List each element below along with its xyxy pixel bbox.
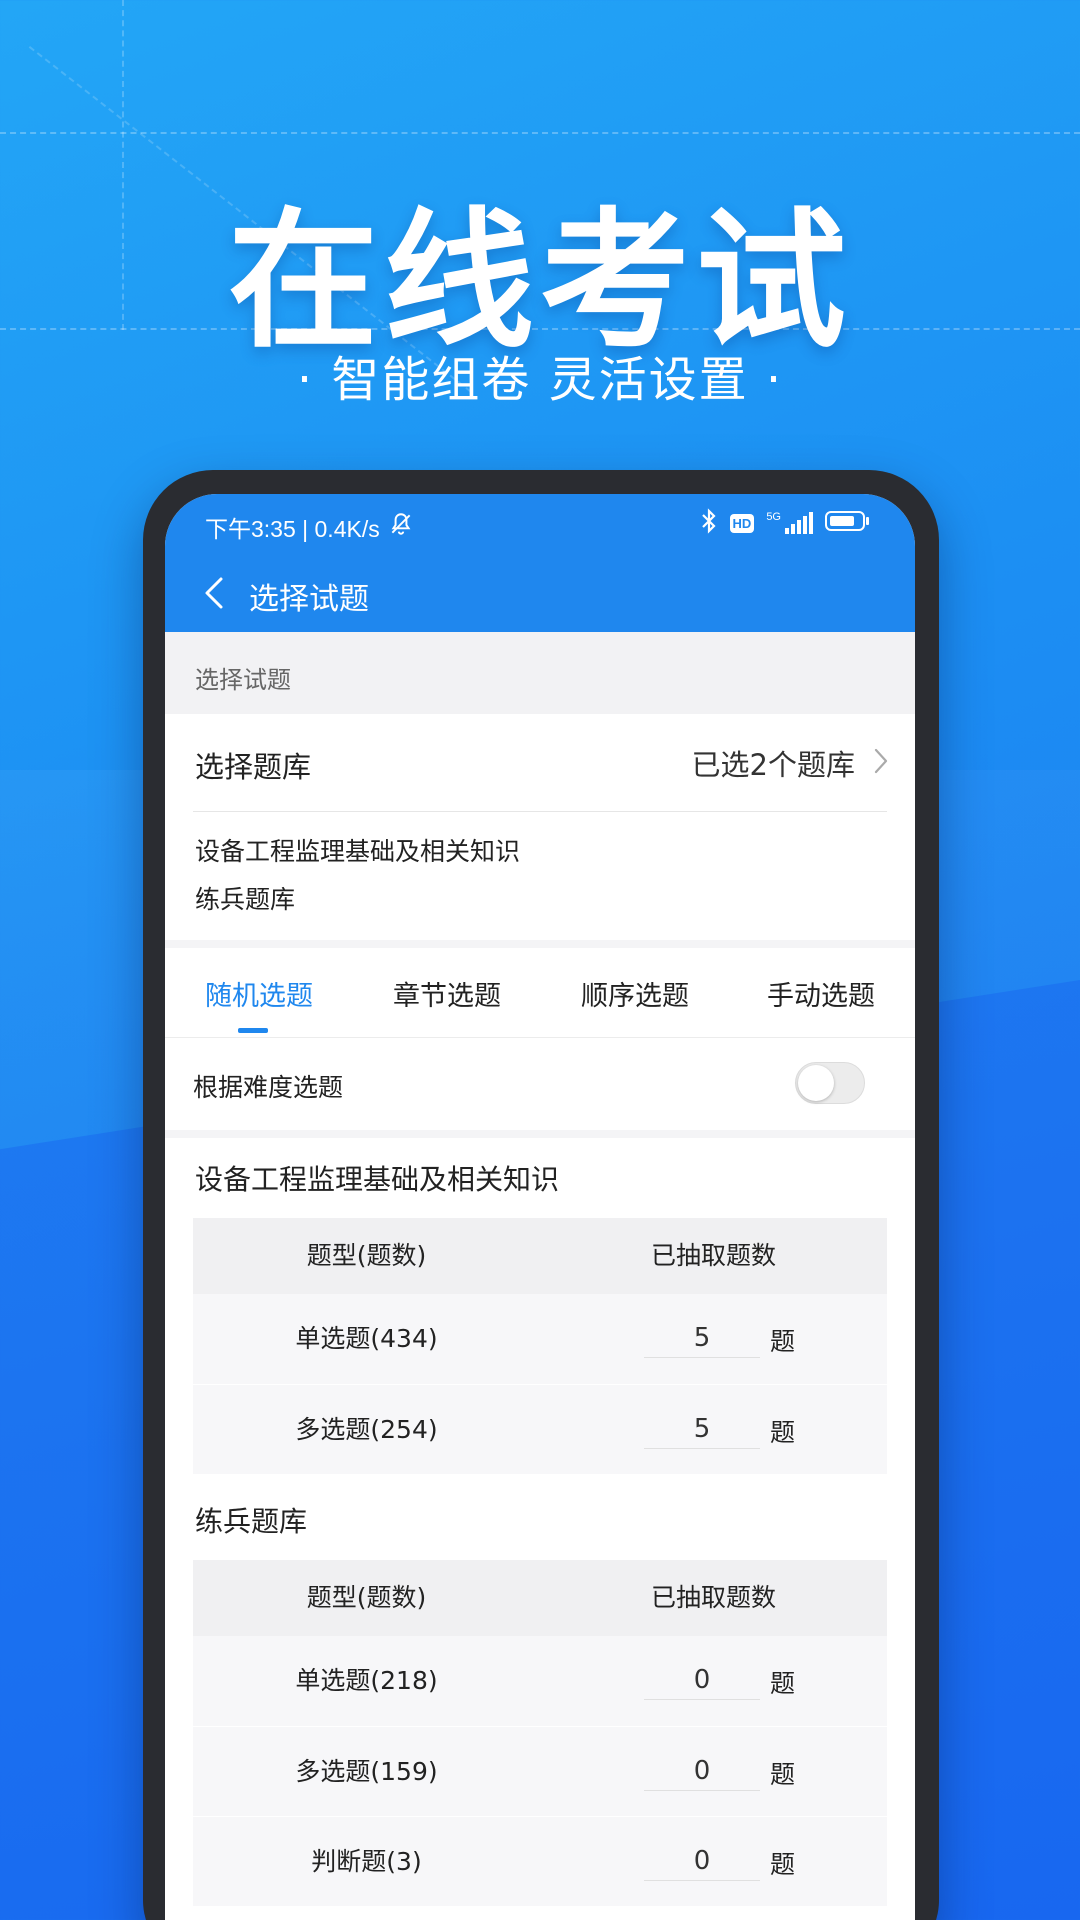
toggle-knob bbox=[798, 1065, 834, 1101]
guide-line-top bbox=[0, 132, 1080, 134]
table-row: 多选题(159) 0 题 bbox=[193, 1726, 887, 1816]
select-bank-value: 已选2个题库 bbox=[691, 748, 855, 782]
phone-screen: 下午3:35 | 0.4K/s HD 5G 选择试题 选择试题 选择题库 已选2… bbox=[165, 494, 915, 1920]
count-unit: 题 bbox=[770, 1327, 796, 1356]
table-row: 判断题(3) 0 题 bbox=[193, 1816, 887, 1906]
difficulty-label: 根据难度选题 bbox=[193, 1073, 344, 1102]
count-unit: 题 bbox=[770, 1418, 796, 1447]
tab-sequential[interactable]: 顺序选题 bbox=[541, 974, 729, 1013]
promo-subline: · 智能组卷 灵活设置 · bbox=[296, 352, 784, 408]
section-header-label: 选择试题 bbox=[195, 666, 291, 694]
back-button[interactable] bbox=[189, 570, 239, 620]
selected-bank-item: 练兵题库 bbox=[195, 885, 296, 914]
table-header: 题型(题数) 已抽取题数 bbox=[193, 1218, 887, 1294]
hd-icon: HD bbox=[729, 513, 755, 533]
count-input[interactable]: 0 bbox=[644, 1660, 760, 1700]
battery-icon bbox=[825, 509, 871, 537]
bank-title: 设备工程监理基础及相关知识 bbox=[195, 1163, 560, 1196]
status-left: 下午3:35 | 0.4K/s bbox=[205, 510, 414, 544]
count-input[interactable]: 0 bbox=[644, 1841, 760, 1881]
question-type: 多选题(254) bbox=[295, 1415, 438, 1444]
select-bank-row[interactable]: 选择题库 已选2个题库 bbox=[165, 714, 915, 812]
count-unit: 题 bbox=[770, 1850, 796, 1879]
difficulty-toggle[interactable] bbox=[795, 1062, 865, 1104]
count-unit: 题 bbox=[770, 1669, 796, 1698]
question-type: 单选题(218) bbox=[295, 1666, 438, 1695]
table-row: 单选题(434) 5 题 bbox=[193, 1294, 887, 1384]
chevron-right-icon bbox=[873, 746, 889, 780]
mute-bell-icon bbox=[388, 511, 414, 543]
table-header: 题型(题数) 已抽取题数 bbox=[193, 1560, 887, 1636]
selected-bank-item: 设备工程监理基础及相关知识 bbox=[195, 837, 521, 866]
status-bar: 下午3:35 | 0.4K/s HD 5G bbox=[165, 494, 915, 556]
header-type: 题型(题数) bbox=[306, 1583, 427, 1612]
table-row: 单选题(218) 0 题 bbox=[193, 1636, 887, 1726]
app-bar: 选择试题 bbox=[165, 556, 915, 632]
header-drawn: 已抽取题数 bbox=[650, 1583, 776, 1612]
difficulty-row: 根据难度选题 bbox=[165, 1038, 915, 1130]
question-type: 判断题(3) bbox=[311, 1847, 422, 1876]
count-input[interactable]: 5 bbox=[644, 1409, 760, 1449]
network-type: 5G bbox=[766, 511, 781, 523]
selected-bank-list: 设备工程监理基础及相关知识 练兵题库 bbox=[165, 812, 915, 940]
bank-title: 练兵题库 bbox=[195, 1505, 308, 1538]
tab-random[interactable]: 随机选题 bbox=[165, 974, 353, 1013]
status-time-speed: 下午3:35 | 0.4K/s bbox=[205, 516, 380, 542]
question-table: 题型(题数) 已抽取题数 单选题(218) 0 题 多选题(159) 0 题 判… bbox=[193, 1560, 887, 1906]
table-row: 多选题(254) 5 题 bbox=[193, 1384, 887, 1474]
question-config: 设备工程监理基础及相关知识 题型(题数) 已抽取题数 单选题(434) 5 题 … bbox=[165, 1138, 915, 1920]
bluetooth-icon bbox=[700, 508, 718, 538]
page-title: 选择试题 bbox=[249, 582, 369, 617]
tab-active-indicator bbox=[238, 1028, 268, 1033]
count-input[interactable]: 0 bbox=[644, 1751, 760, 1791]
count-unit: 题 bbox=[770, 1760, 796, 1789]
question-type: 多选题(159) bbox=[295, 1757, 438, 1786]
chevron-left-icon bbox=[203, 576, 225, 614]
selection-mode-tabs: 随机选题 章节选题 顺序选题 手动选题 bbox=[165, 948, 915, 1038]
question-type: 单选题(434) bbox=[295, 1324, 438, 1353]
status-right: HD 5G bbox=[700, 508, 871, 538]
tab-chapter[interactable]: 章节选题 bbox=[353, 974, 541, 1013]
select-bank-label: 选择题库 bbox=[195, 750, 312, 784]
signal-icon: 5G bbox=[766, 512, 813, 534]
header-type: 题型(题数) bbox=[306, 1241, 427, 1270]
count-input[interactable]: 5 bbox=[644, 1318, 760, 1358]
section-header: 选择试题 bbox=[165, 632, 915, 714]
question-table: 题型(题数) 已抽取题数 单选题(434) 5 题 多选题(254) 5 题 bbox=[193, 1218, 887, 1474]
header-drawn: 已抽取题数 bbox=[650, 1241, 776, 1270]
tab-manual[interactable]: 手动选题 bbox=[727, 974, 915, 1013]
